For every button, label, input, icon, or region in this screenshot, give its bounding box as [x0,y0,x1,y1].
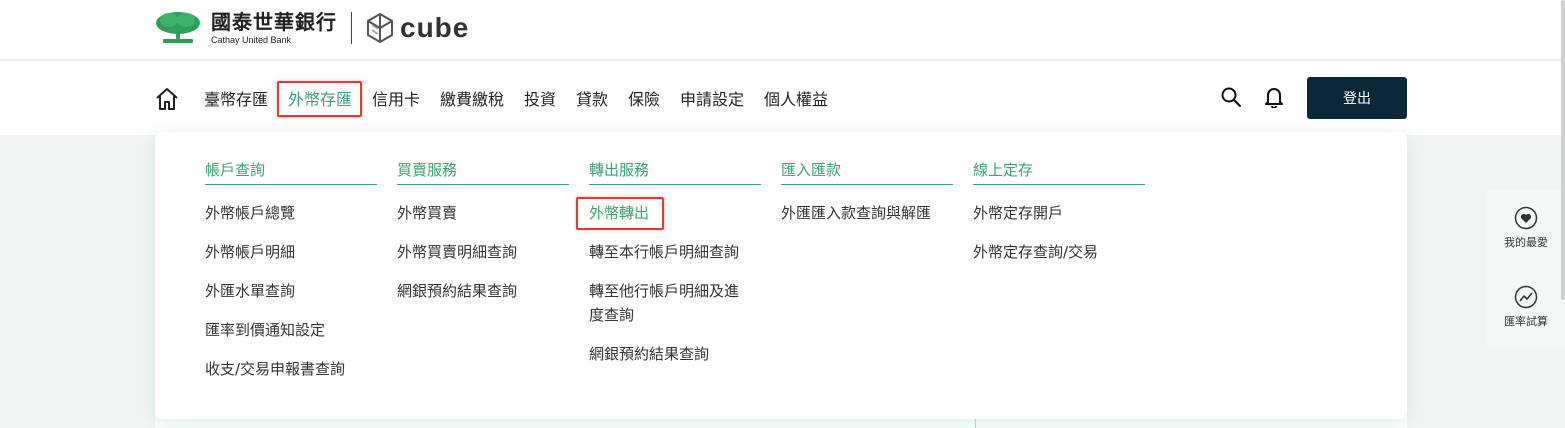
menu-item[interactable]: 網銀預約結果查詢 [397,280,577,303]
rate-calc-label: 匯率試算 [1504,315,1548,328]
menu-item[interactable]: 外匯匯入款查詢與解匯 [781,202,961,225]
logo-divider [351,12,352,44]
bank-name-en: Cathay United Bank [211,34,292,45]
top-header: 國泰世華銀行 Cathay United Bank cube [0,0,1565,60]
menu-item[interactable]: 匯率到價通知設定 [205,319,385,342]
menu-column-transfer-out: 轉出服務 外幣轉出 轉至本行帳戶明細查詢 轉至他行帳戶明細及進 度查詢 網銀預約… [576,160,761,363]
menu-column-title[interactable]: 帳戶查詢 [205,160,377,185]
menu-column-title[interactable]: 匯入匯款 [781,160,953,185]
menu-item[interactable]: 外幣定存開戶 [973,202,1153,225]
nav-item-personal-rights[interactable]: 個人權益 [764,90,828,110]
foreign-deposit-menu: 帳戶查詢 外幣帳戶總覽 外幣帳戶明細 外匯水單查詢 匯率到價通知設定 收支/交易… [155,132,1407,419]
cube-brand: cube [400,12,470,43]
page-scrollbar[interactable] [1561,0,1565,300]
heart-icon [1514,206,1538,230]
trend-chart-icon [1514,285,1538,309]
cube-logo-icon [367,12,393,44]
logout-button[interactable]: 登出 [1307,77,1407,119]
main-nav: 臺幣存匯 外幣存匯 信用卡 繳費繳稅 投資 貸款 保險 申請設定 個人權益 登出 [0,61,1565,135]
menu-column-title[interactable]: 線上定存 [973,160,1145,185]
menu-column-title[interactable]: 買賣服務 [397,160,569,185]
highlight-foreign-transfer-out [576,197,664,230]
nav-item-settings[interactable]: 申請設定 [680,90,744,110]
menu-item[interactable]: 轉至本行帳戶明細查詢 [589,241,769,264]
rate-calc-shortcut[interactable]: 匯率試算 [1487,285,1565,329]
highlight-foreign-deposit [277,81,362,117]
favorites-label: 我的最愛 [1504,236,1548,249]
menu-item[interactable]: 收支/交易申報書查詢 [205,358,385,381]
bank-name-cn: 國泰世華銀行 [211,9,337,34]
bank-logo[interactable]: 國泰世華銀行 Cathay United Bank cube [155,11,469,45]
menu-column-title[interactable]: 轉出服務 [589,160,761,185]
nav-item-insurance[interactable]: 保險 [628,90,660,110]
menu-item[interactable]: 外幣定存查詢/交易 [973,241,1153,264]
menu-column-account-inquiry: 帳戶查詢 外幣帳戶總覽 外幣帳戶明細 外匯水單查詢 匯率到價通知設定 收支/交易… [205,160,377,378]
menu-item[interactable]: 外幣帳戶總覽 [205,202,385,225]
tree-logo-icon [156,12,200,43]
side-quick-panel: 我的最愛 匯率試算 [1487,190,1565,348]
menu-item[interactable]: 網銀預約結果查詢 [589,343,769,366]
menu-item[interactable]: 外幣買賣 [397,202,577,225]
nav-item-payments[interactable]: 繳費繳稅 [440,90,504,110]
bell-icon[interactable] [1264,86,1284,108]
menu-column-trading: 買賣服務 外幣買賣 外幣買賣明細查詢 網銀預約結果查詢 [397,160,569,300]
search-icon[interactable] [1221,87,1241,107]
nav-item-twd-deposit[interactable]: 臺幣存匯 [204,90,268,110]
nav-item-credit-card[interactable]: 信用卡 [372,90,420,110]
home-icon[interactable] [155,87,179,111]
favorites-shortcut[interactable]: 我的最愛 [1487,206,1565,250]
menu-item-continued[interactable]: 度查詢 [589,304,769,327]
menu-item[interactable]: 轉至他行帳戶明細及進 [589,280,769,303]
menu-column-online-deposit: 線上定存 外幣定存開戶 外幣定存查詢/交易 [973,160,1145,261]
nav-item-loan[interactable]: 貸款 [576,90,608,110]
menu-item[interactable]: 外幣買賣明細查詢 [397,241,577,264]
menu-item[interactable]: 外匯水單查詢 [205,280,385,303]
menu-column-inward-remittance: 匯入匯款 外匯匯入款查詢與解匯 [781,160,953,222]
menu-item[interactable]: 外幣帳戶明細 [205,241,385,264]
nav-item-invest[interactable]: 投資 [524,90,556,110]
